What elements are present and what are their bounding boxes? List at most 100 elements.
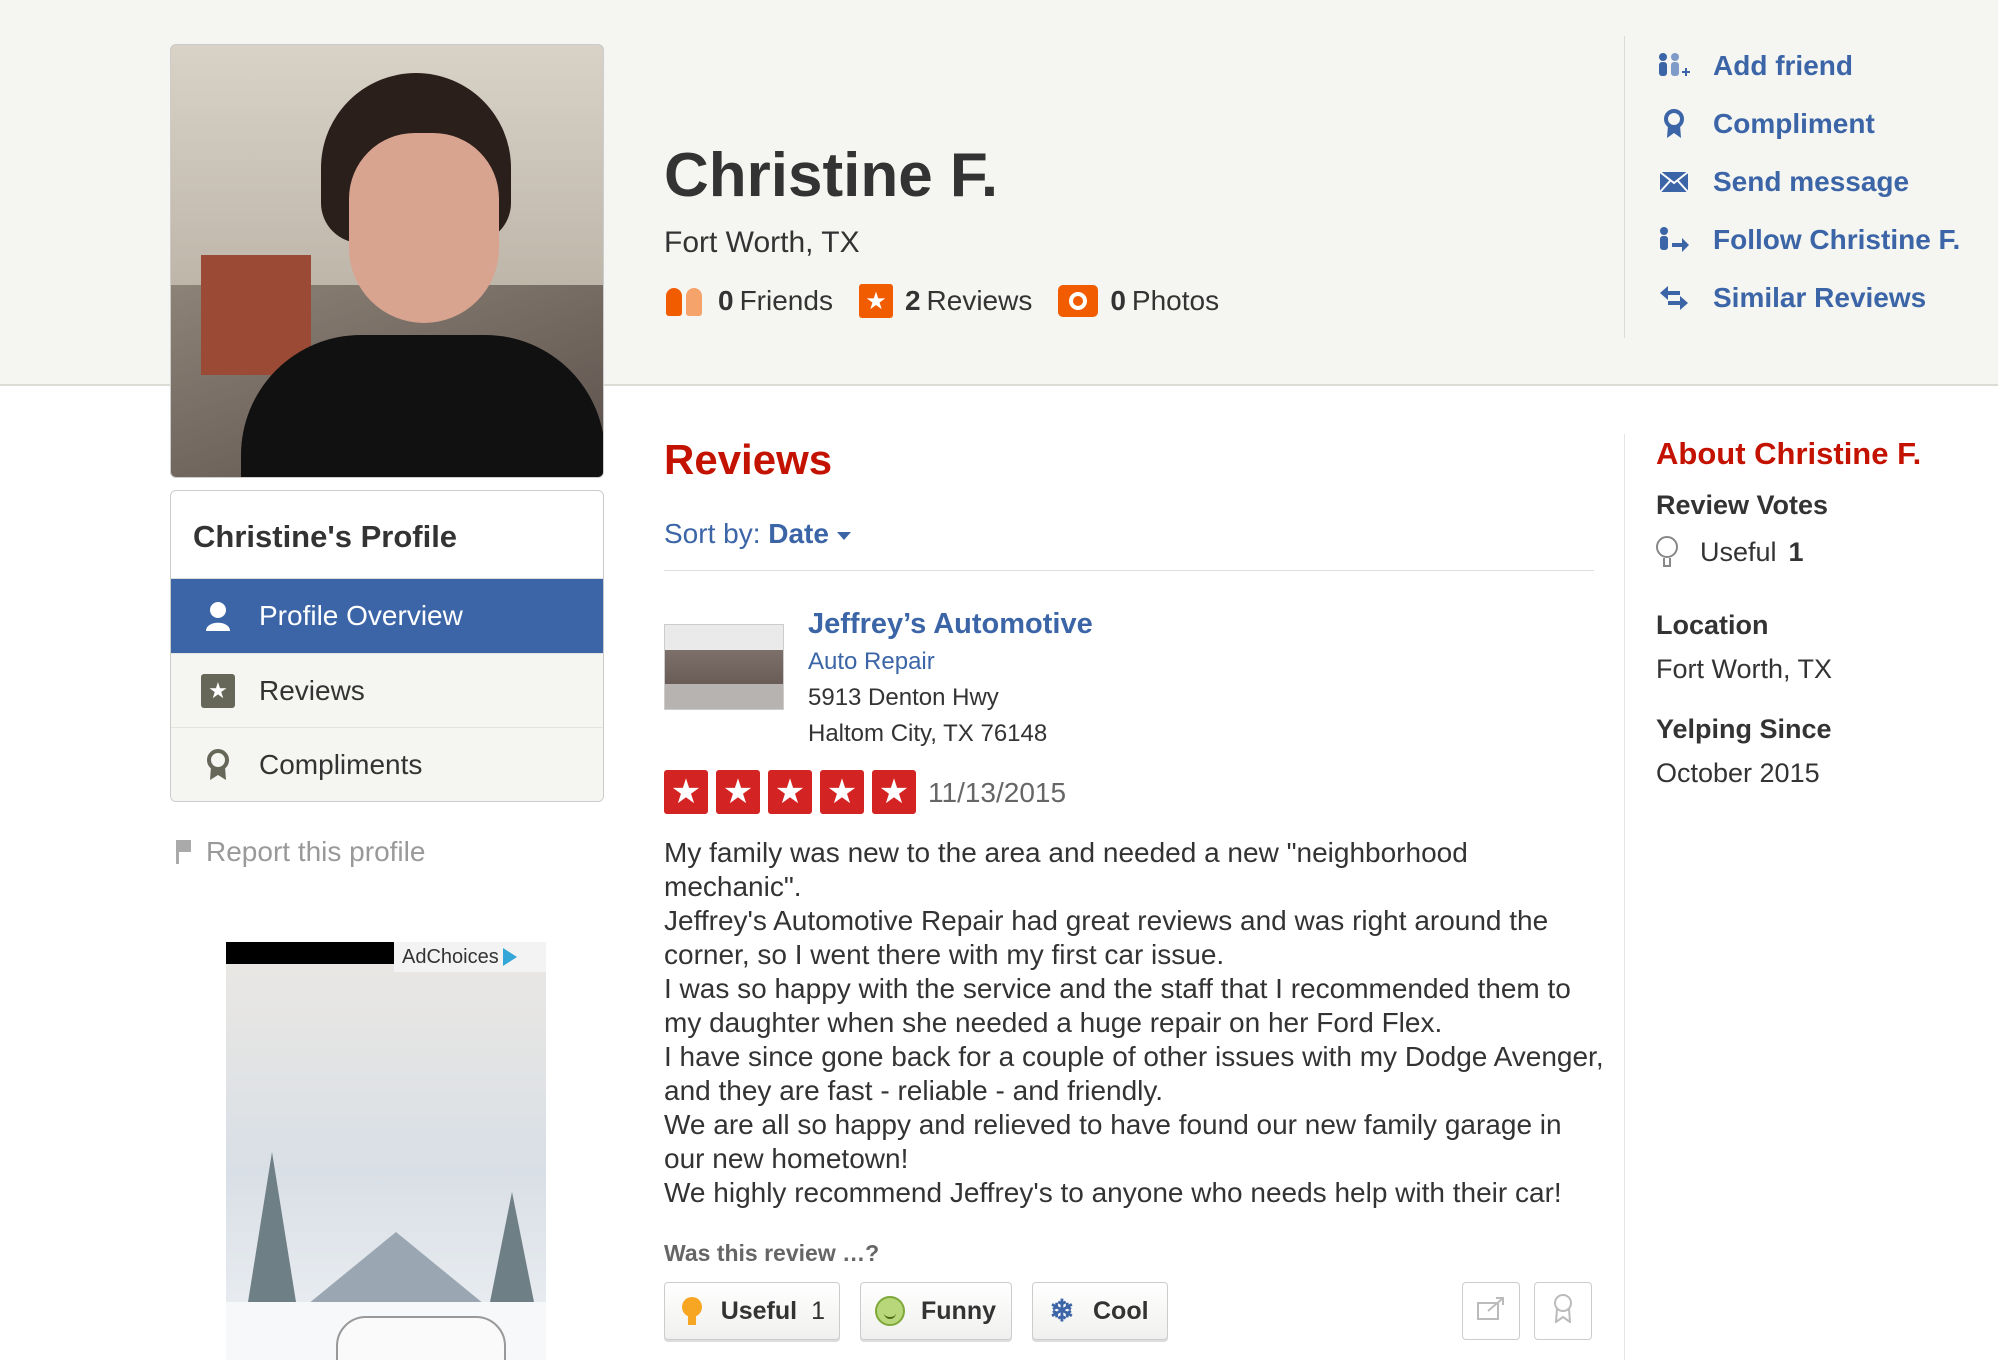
- review-body: My family was new to the area and needed…: [664, 836, 1604, 1210]
- review-votes-heading: Review Votes: [1656, 490, 1829, 520]
- profile-actions: Add friend Compliment Send message Follo…: [1624, 36, 1998, 338]
- sort-prefix: Sort by:: [664, 518, 761, 549]
- follow-icon: [1657, 225, 1691, 255]
- useful-label: Useful: [720, 1296, 798, 1325]
- send-message-label: Send message: [1713, 166, 1910, 197]
- was-this-review-label: Was this review …?: [664, 1240, 880, 1266]
- share-review-button[interactable]: [1462, 1282, 1520, 1340]
- useful-button[interactable]: Useful 1: [664, 1282, 840, 1340]
- star-icon: ★: [820, 770, 864, 814]
- star-icon: ★: [201, 673, 235, 708]
- compliment-icon: [1657, 109, 1691, 139]
- profile-photo[interactable]: [170, 44, 604, 478]
- sidebar-item-label: Reviews: [259, 674, 365, 706]
- review-paragraph: Jeffrey's Automotive Repair had great re…: [664, 905, 1549, 970]
- divider: [1624, 434, 1625, 1360]
- about-useful-label: Useful: [1700, 536, 1777, 567]
- about-title: About Christine F.: [1656, 436, 1922, 471]
- business-address-line1: 5913 Denton Hwy: [808, 684, 999, 711]
- envelope-icon: [1657, 167, 1691, 197]
- business-thumbnail[interactable]: [664, 624, 784, 710]
- add-friend-link[interactable]: Add friend: [1657, 50, 1853, 82]
- review-paragraph: We highly recommend Jeffrey's to anyone …: [664, 1177, 1562, 1208]
- user-name: Christine F.: [664, 141, 999, 210]
- profile-nav-title: Christine's Profile: [171, 491, 603, 579]
- bulb-outline-icon: [1656, 536, 1678, 568]
- review-paragraph: I have since gone back for a couple of o…: [664, 1041, 1604, 1106]
- stat-photos-label: Photos: [1131, 285, 1220, 316]
- business-name-link[interactable]: Jeffrey’s Automotive: [808, 608, 1093, 641]
- follow-label: Follow Christine F.: [1713, 224, 1961, 255]
- review-star-icon: ★: [858, 284, 893, 318]
- follow-link[interactable]: Follow Christine F.: [1657, 224, 1960, 256]
- advertisement[interactable]: AdChoices: [226, 942, 546, 1360]
- sort-value: Date: [768, 518, 829, 549]
- stat-reviews[interactable]: ★ 2 Reviews: [858, 284, 1033, 318]
- snowflake-icon: ❄: [1049, 1294, 1075, 1328]
- yelping-since-value: October 2015: [1656, 758, 1820, 788]
- friends-icon: [664, 284, 706, 318]
- photo-shirt: [241, 335, 603, 477]
- compliment-review-button[interactable]: [1534, 1282, 1592, 1340]
- send-message-link[interactable]: Send message: [1657, 166, 1909, 198]
- sort-dropdown[interactable]: Sort by: Date: [664, 518, 851, 550]
- stat-photos[interactable]: 0 Photos: [1058, 285, 1219, 317]
- business-category-link[interactable]: Auto Repair: [808, 648, 935, 676]
- yelping-since-heading: Yelping Since: [1656, 714, 1832, 744]
- business-address-line2: Haltom City, TX 76148: [808, 720, 1048, 747]
- star-icon: ★: [768, 770, 812, 814]
- sidebar-item-label: Profile Overview: [259, 600, 463, 631]
- funny-button[interactable]: Funny: [860, 1282, 1012, 1340]
- cool-button[interactable]: ❄ Cool: [1032, 1282, 1168, 1340]
- compliment-link[interactable]: Compliment: [1657, 108, 1875, 140]
- sidebar-item-compliments[interactable]: Compliments: [171, 727, 603, 801]
- stat-photos-count: 0: [1110, 285, 1126, 316]
- user-stats: 0 Friends ★ 2 Reviews 0 Photos: [664, 284, 1245, 318]
- cool-label: Cool: [1093, 1296, 1149, 1325]
- ad-tree: [248, 1152, 296, 1302]
- stat-friends-count: 0: [718, 285, 734, 316]
- adchoices-link[interactable]: AdChoices: [394, 942, 546, 972]
- review-paragraph: My family was new to the area and needed…: [664, 837, 1468, 902]
- star-icon: ★: [716, 770, 760, 814]
- similar-arrows-icon: [1657, 283, 1691, 313]
- bulb-icon: [679, 1296, 705, 1326]
- adchoices-label: AdChoices: [402, 945, 499, 968]
- review-date: 11/13/2015: [928, 777, 1067, 808]
- flag-icon: [176, 840, 192, 864]
- photo-face: [349, 133, 499, 323]
- reviews-section-title: Reviews: [664, 436, 833, 483]
- ad-car: [336, 1316, 506, 1360]
- user-location: Fort Worth, TX: [664, 226, 860, 259]
- compliment-label: Compliment: [1713, 108, 1875, 139]
- sidebar-item-label: Compliments: [259, 748, 423, 780]
- camera-icon: [1058, 285, 1099, 317]
- location-value: Fort Worth, TX: [1656, 654, 1833, 684]
- star-rating: ★ ★ ★ ★ ★: [664, 770, 924, 814]
- smiley-icon: [875, 1296, 905, 1326]
- similar-reviews-link[interactable]: Similar Reviews: [1657, 282, 1926, 314]
- user-icon: [201, 599, 235, 633]
- sidebar-item-reviews[interactable]: ★ Reviews: [171, 653, 603, 727]
- review-paragraph: We are all so happy and relieved to have…: [664, 1109, 1562, 1174]
- star-icon: ★: [664, 770, 708, 814]
- location-heading: Location: [1656, 610, 1769, 640]
- about-useful-count: 1: [1788, 536, 1804, 567]
- stat-reviews-count: 2: [904, 285, 921, 316]
- compliment-icon: [1552, 1293, 1574, 1330]
- star-icon: ★: [872, 770, 916, 814]
- report-profile-link[interactable]: Report this profile: [176, 836, 425, 868]
- useful-count: 1: [811, 1296, 825, 1325]
- ad-top-bar: [226, 942, 394, 964]
- share-icon: [1476, 1295, 1506, 1328]
- stat-reviews-label: Reviews: [926, 285, 1033, 316]
- review-paragraph: I was so happy with the service and the …: [664, 973, 1571, 1038]
- profile-nav-box: Christine's Profile Profile Overview ★ R…: [170, 490, 604, 802]
- ribbon-icon: [201, 748, 235, 782]
- divider: [664, 570, 1594, 571]
- stat-friends[interactable]: 0 Friends: [664, 284, 833, 318]
- sidebar-item-profile-overview[interactable]: Profile Overview: [171, 579, 603, 653]
- add-friend-icon: [1657, 51, 1691, 81]
- stat-friends-label: Friends: [739, 285, 833, 316]
- similar-reviews-label: Similar Reviews: [1713, 282, 1927, 313]
